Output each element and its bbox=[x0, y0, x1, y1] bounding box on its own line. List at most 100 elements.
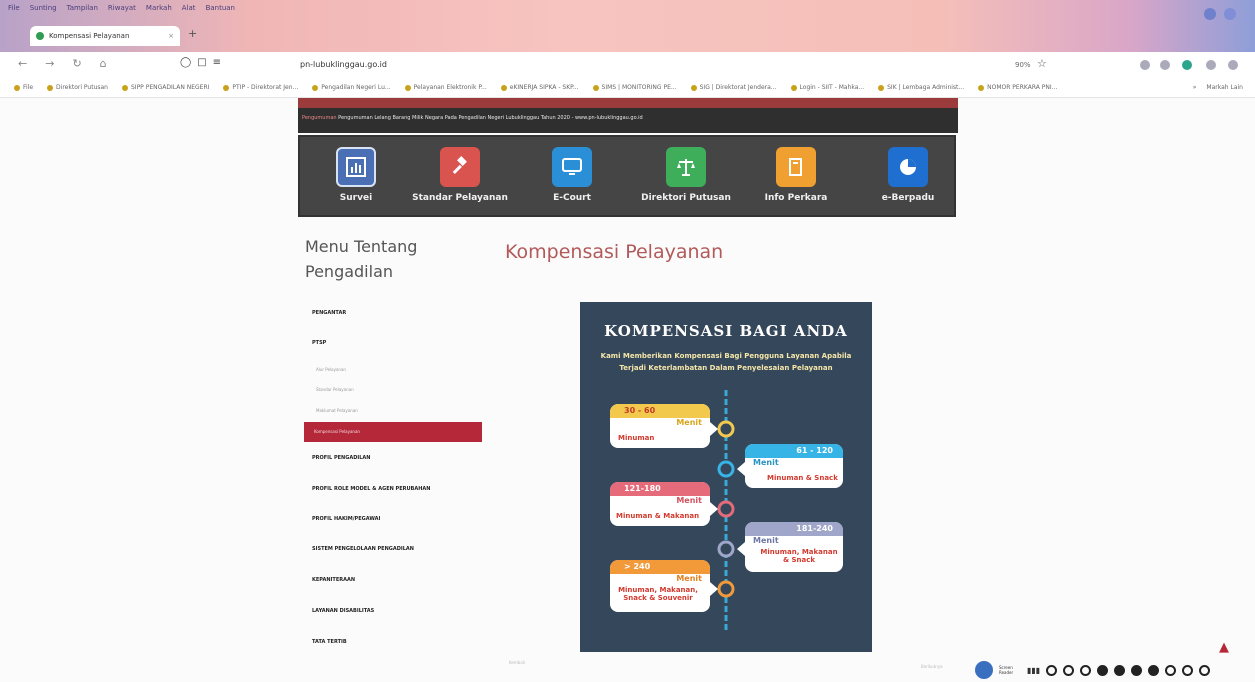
accessibility-option-icon[interactable] bbox=[1148, 664, 1160, 676]
back-arrow-icon[interactable]: ← bbox=[18, 57, 27, 70]
bookmark-item[interactable]: File bbox=[14, 84, 33, 91]
menu-e-berpadu[interactable]: e-Berpadu bbox=[848, 147, 968, 203]
bookmark-item[interactable]: SIG | Direktorat Jendera... bbox=[690, 84, 777, 91]
menu-history[interactable]: Riwayat bbox=[108, 4, 136, 12]
accessibility-option-icon[interactable] bbox=[1046, 664, 1058, 676]
accessibility-option-icon[interactable] bbox=[1182, 664, 1194, 676]
accessibility-option-icon[interactable] bbox=[1080, 664, 1092, 676]
sidebar-subitem[interactable]: Alur Pelayanan bbox=[316, 367, 346, 372]
tier-unit: Menit bbox=[676, 496, 702, 505]
menu-ecourt[interactable]: E-Court bbox=[512, 147, 632, 203]
accessibility-option-icon[interactable] bbox=[1097, 664, 1109, 676]
app-menu-icon[interactable] bbox=[1228, 60, 1238, 70]
tier-range: 30 - 60 bbox=[624, 406, 656, 415]
quick-menu-bar: Survei Standar Pelayanan E-Court Direkto… bbox=[298, 135, 956, 217]
lock-icon[interactable]: □ bbox=[197, 57, 206, 68]
bookmark-icon bbox=[592, 84, 599, 91]
reload-icon[interactable]: ↻ bbox=[72, 57, 81, 70]
browser-tab[interactable]: Kompensasi Pelayanan × bbox=[30, 26, 180, 46]
tier-range: 121-180 bbox=[624, 484, 661, 493]
sidebar-item-role-model[interactable]: PROFIL ROLE MODEL & AGEN PERUBAHAN bbox=[312, 486, 430, 492]
sidebar-item-ptsp[interactable]: PTSP bbox=[312, 340, 326, 346]
running-text-label: Pengumuman bbox=[302, 115, 337, 121]
scroll-to-top-icon[interactable]: ▲ bbox=[1219, 640, 1229, 655]
permissions-icon[interactable]: ≡ bbox=[213, 57, 221, 68]
sidebar-item-tata-tertib[interactable]: TATA TERTIB bbox=[312, 639, 347, 645]
bookmark-item[interactable]: SIMS | MONITORING PE... bbox=[592, 84, 677, 91]
next-link[interactable]: Berikutnya bbox=[921, 664, 943, 669]
sidebar-subitem[interactable]: Standar Pelayanan bbox=[316, 387, 354, 392]
bookmark-icon bbox=[121, 84, 128, 91]
accessibility-option-icon[interactable] bbox=[1199, 664, 1211, 676]
extension-icon[interactable] bbox=[1206, 60, 1216, 70]
tier-pointer bbox=[737, 542, 745, 556]
other-bookmarks-button[interactable]: Markah Lain bbox=[1206, 84, 1243, 91]
accessibility-option-icon[interactable] bbox=[1131, 664, 1143, 676]
tier-reward: Minuman, Makanan & Snack bbox=[760, 548, 838, 564]
bookmark-item[interactable]: Direktori Putusan bbox=[47, 84, 108, 91]
accessibility-option-icon[interactable] bbox=[1114, 664, 1126, 676]
shield-icon[interactable]: ◯ bbox=[180, 57, 191, 68]
bookmark-star-icon[interactable]: ☆ bbox=[1037, 57, 1047, 70]
sidebar-item-layanan-disabilitas[interactable]: LAYANAN DISABILITAS bbox=[312, 608, 374, 614]
tier-reward: Minuman, Makanan, Snack & Souvenir bbox=[618, 586, 698, 602]
menu-info-perkara[interactable]: Info Perkara bbox=[736, 147, 856, 203]
back-link[interactable]: Kembali bbox=[509, 660, 525, 665]
zoom-level[interactable]: 90% bbox=[1015, 61, 1031, 69]
sidebar-item-profil-pengadilan[interactable]: PROFIL PENGADILAN bbox=[312, 455, 370, 461]
accessibility-option-icon[interactable] bbox=[1063, 664, 1075, 676]
tier-unit: Menit bbox=[753, 536, 779, 545]
menu-view[interactable]: Tampilan bbox=[67, 4, 98, 12]
menu-survei[interactable]: Survei bbox=[296, 147, 416, 203]
bookmark-item[interactable]: SIK | Lembaga Administ... bbox=[878, 84, 964, 91]
tier-reward: Minuman & Makanan bbox=[616, 512, 700, 520]
menu-direktori-putusan[interactable]: Direktori Putusan bbox=[626, 147, 746, 203]
sidebar-item-active[interactable]: Kompensasi Pelayanan bbox=[304, 422, 482, 442]
sidebar-item-sistem-pengelolaan[interactable]: SISTEM PENGELOLAAN PENGADILAN bbox=[312, 546, 414, 552]
volume-bars-icon[interactable]: ▮▮▮ bbox=[1027, 666, 1040, 675]
sidebar-item-pengantar[interactable]: PENGANTAR bbox=[312, 310, 346, 316]
forward-arrow-icon[interactable]: → bbox=[45, 57, 54, 70]
bookmark-item[interactable]: Pengadilan Negeri Lu... bbox=[312, 84, 391, 91]
browser-menubar: File Sunting Tampilan Riwayat Markah Ala… bbox=[8, 4, 235, 12]
bookmark-icon bbox=[223, 84, 230, 91]
home-icon[interactable]: ⌂ bbox=[100, 57, 107, 70]
accessibility-option-icon[interactable] bbox=[1165, 664, 1177, 676]
bookmark-icon bbox=[790, 84, 797, 91]
menu-help[interactable]: Bantuan bbox=[206, 4, 235, 12]
sidebar-item-kepaniteraan[interactable]: KEPANITERAAN bbox=[312, 577, 355, 583]
menu-info-perkara-label: Info Perkara bbox=[764, 193, 828, 203]
running-text-content[interactable]: Pengumuman Lelang Barang Milik Negara Pa… bbox=[338, 115, 643, 121]
menu-edit[interactable]: Sunting bbox=[30, 4, 57, 12]
chart-icon bbox=[336, 147, 376, 187]
sidebar-title: Menu Tentang Pengadilan bbox=[305, 237, 418, 281]
minimize-icon[interactable] bbox=[1204, 8, 1216, 20]
address-bar[interactable]: pn-lubuklinggau.go.id bbox=[300, 60, 387, 69]
browser-titlebar: File Sunting Tampilan Riwayat Markah Ala… bbox=[0, 0, 1255, 52]
close-window-icon[interactable] bbox=[1224, 8, 1236, 20]
menu-bookmarks[interactable]: Markah bbox=[146, 4, 172, 12]
new-tab-button[interactable]: + bbox=[188, 27, 197, 40]
bookmarks-overflow-button[interactable]: » bbox=[1193, 84, 1197, 91]
sidebar-subitem[interactable]: Maklumat Pelayanan bbox=[316, 408, 358, 413]
menu-standar-pelayanan[interactable]: Standar Pelayanan bbox=[400, 147, 520, 203]
extension-icon[interactable] bbox=[1140, 60, 1150, 70]
bookmark-item[interactable]: SIPP PENGADILAN NEGERI bbox=[121, 84, 209, 91]
sidebar-item-hakim-pegawai[interactable]: PROFIL HAKIM/PEGAWAI bbox=[312, 516, 380, 522]
bookmarks-right: » Markah Lain bbox=[1193, 84, 1243, 91]
menu-file[interactable]: File bbox=[8, 4, 20, 12]
profile-icon[interactable] bbox=[1182, 60, 1192, 70]
tier-range: 61 - 120 bbox=[796, 446, 833, 455]
bookmark-item[interactable]: NOMOR PERKARA PNI... bbox=[978, 84, 1057, 91]
screen-reader-icon[interactable] bbox=[975, 661, 993, 679]
bookmark-icon bbox=[500, 84, 507, 91]
bookmark-item[interactable]: Login - SIIT - Mahka... bbox=[790, 84, 864, 91]
bookmark-icon bbox=[404, 84, 411, 91]
extension-icon[interactable] bbox=[1160, 60, 1170, 70]
bookmark-item[interactable]: PTIP - Direktorat Jen... bbox=[223, 84, 298, 91]
menu-tools[interactable]: Alat bbox=[182, 4, 196, 12]
monitor-icon bbox=[552, 147, 592, 187]
tab-close-icon[interactable]: × bbox=[168, 32, 174, 40]
bookmark-item[interactable]: Pelayanan Elektronik P... bbox=[404, 84, 487, 91]
bookmark-item[interactable]: eKINERJA SIPKA - SKP... bbox=[500, 84, 579, 91]
